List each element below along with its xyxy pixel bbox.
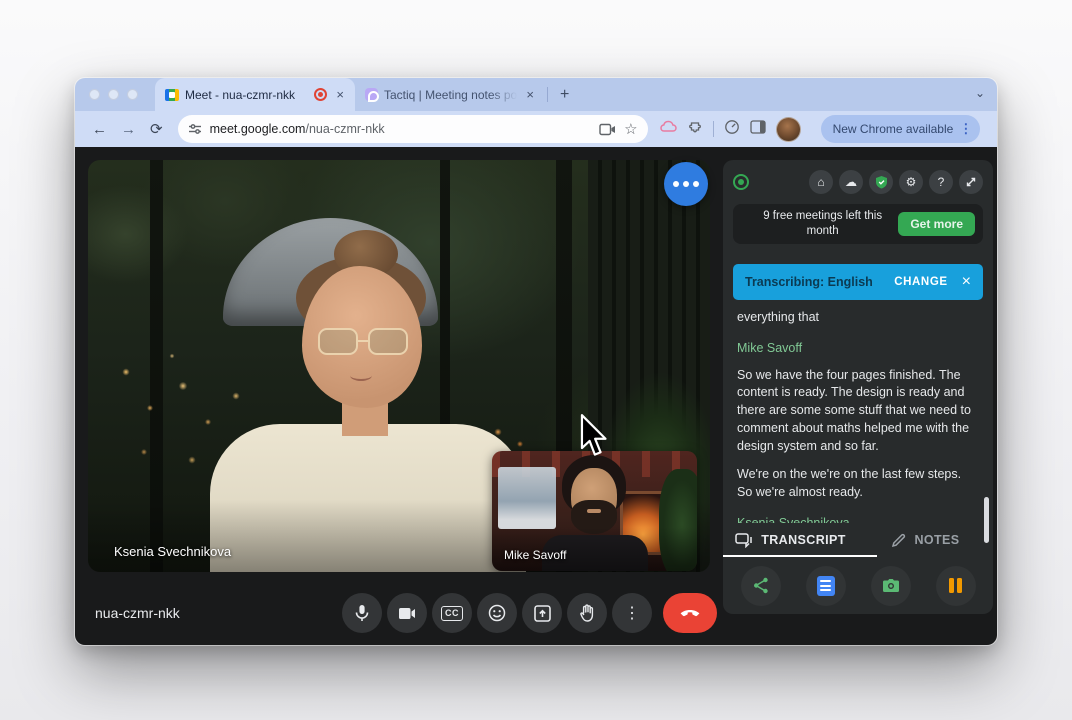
close-transcribing-icon[interactable]: × [962, 274, 971, 290]
pause-icon [949, 578, 962, 593]
gauge-icon[interactable] [724, 119, 740, 140]
url-path: /nua-czmr-nkk [305, 122, 384, 136]
toolbar-separator [713, 121, 714, 137]
zoom-window-button[interactable] [127, 89, 138, 100]
end-call-button[interactable] [663, 593, 717, 633]
transcript-speaker: Mike Savoff [737, 340, 979, 358]
shield-check-icon[interactable] [869, 170, 893, 194]
tab-title: Tactiq | Meeting notes powe [384, 88, 517, 102]
cc-label: CC [441, 606, 463, 621]
free-meetings-banner: 9 free meetings left this month Get more [733, 204, 983, 244]
pause-button[interactable] [936, 566, 976, 606]
browser-window: Meet - nua-czmr-nkk × Tactiq | Meeting n… [75, 78, 997, 645]
tab-separator [547, 87, 548, 102]
chrome-update-label: New Chrome available [833, 122, 954, 136]
share-button[interactable] [741, 566, 781, 606]
close-window-button[interactable] [89, 89, 100, 100]
google-docs-button[interactable] [806, 566, 846, 606]
sidebar-actions [723, 557, 993, 614]
reload-button[interactable]: ⟳ [143, 120, 170, 138]
transcript-speaker: Ksenia Svechnikova [737, 515, 979, 523]
tab-recording-icon [314, 88, 327, 101]
extensions-puzzle-icon[interactable] [687, 119, 703, 140]
profile-avatar[interactable] [776, 117, 801, 142]
traffic-lights [89, 89, 138, 100]
tab-transcript[interactable]: TRANSCRIPT [723, 523, 858, 557]
tab-title: Meet - nua-czmr-nkk [185, 88, 308, 102]
mic-button[interactable] [342, 593, 382, 633]
participant-video-pip[interactable]: Mike Savoff [492, 451, 697, 571]
site-settings-icon[interactable] [188, 122, 202, 136]
transcript-fragment: everything that [737, 309, 979, 327]
tab-transcript-label: TRANSCRIPT [761, 533, 846, 547]
main-participant-name: Ksenia Svechnikova [114, 544, 231, 559]
close-tab-icon[interactable]: × [333, 87, 347, 102]
meeting-code: nua-czmr-nkk [95, 605, 180, 621]
transcript-scrollbar[interactable] [984, 497, 989, 543]
more-options-button[interactable]: ⋮ [612, 593, 652, 633]
tab-notes[interactable]: NOTES [858, 523, 993, 557]
back-button[interactable]: ← [85, 121, 114, 138]
docs-icon [817, 576, 835, 596]
tab-strip: Meet - nua-czmr-nkk × Tactiq | Meeting n… [75, 78, 997, 111]
captions-button[interactable]: CC [432, 593, 472, 633]
transcript-scroll-area[interactable]: everything that Mike Savoff So we have t… [723, 300, 993, 523]
url-text: meet.google.com/nua-czmr-nkk [210, 122, 385, 136]
forward-button[interactable]: → [114, 121, 143, 138]
tab-capture-icon[interactable] [599, 123, 616, 136]
browser-toolbar: ← → ⟳ meet.google.com/nua-czmr-nkk ☆ [75, 111, 997, 147]
tab-meet[interactable]: Meet - nua-czmr-nkk × [155, 78, 355, 111]
tactiq-header: ⌂ ☁ ⚙ ? [723, 160, 993, 204]
raise-hand-button[interactable] [567, 593, 607, 633]
browser-menu-icon[interactable]: ⋮ [959, 121, 972, 137]
change-language-button[interactable]: CHANGE [894, 276, 947, 288]
transcript-paragraph: So we have the four pages finished. The … [737, 367, 979, 456]
meet-control-bar: nua-czmr-nkk CC [75, 587, 723, 645]
tactiq-extension-icon[interactable] [660, 120, 677, 139]
tactiq-favicon-icon [365, 88, 378, 101]
free-meetings-text: 9 free meetings left this month [747, 209, 898, 239]
address-bar[interactable]: meet.google.com/nua-czmr-nkk ☆ [178, 115, 648, 143]
transcribing-label: Transcribing: English [745, 275, 880, 289]
home-icon[interactable]: ⌂ [809, 170, 833, 194]
participant-video-main[interactable]: Mike Savoff Ksenia Svechnikova [88, 160, 710, 572]
transcribing-bar: Transcribing: English CHANGE × [733, 264, 983, 300]
get-more-button[interactable]: Get more [898, 212, 975, 236]
tab-notes-label: NOTES [914, 533, 959, 547]
recording-indicator-icon [733, 174, 749, 190]
camera-button[interactable] [387, 593, 427, 633]
settings-gear-icon[interactable]: ⚙ [899, 170, 923, 194]
bookmark-star-icon[interactable]: ☆ [624, 120, 637, 138]
new-tab-button[interactable]: + [554, 86, 575, 104]
collapse-diagonal-icon[interactable] [959, 170, 983, 194]
chat-bubble-button[interactable] [664, 162, 708, 206]
screenshot-button[interactable] [871, 566, 911, 606]
glasses [318, 326, 412, 356]
meet-favicon-icon [165, 89, 179, 101]
pip-participant-name: Mike Savoff [504, 548, 566, 562]
meet-page: Mike Savoff Ksenia Svechnikova ⌂ ☁ ⚙ [75, 147, 997, 645]
reactions-button[interactable] [477, 593, 517, 633]
cloud-icon[interactable]: ☁ [839, 170, 863, 194]
tactiq-sidebar: ⌂ ☁ ⚙ ? 9 free meetings left this month [723, 160, 993, 614]
close-tab-icon[interactable]: × [523, 87, 537, 102]
side-panel-icon[interactable] [750, 120, 766, 139]
help-icon[interactable]: ? [929, 170, 953, 194]
active-tab-underline [723, 555, 877, 558]
more-options-icon: ⋮ [624, 603, 640, 623]
transcript-paragraph: We're on the we're on the last few steps… [737, 466, 979, 502]
present-button[interactable] [522, 593, 562, 633]
extension-area: New Chrome available ⋮ [660, 115, 981, 143]
url-domain: meet.google.com [210, 122, 306, 136]
pip-window [498, 467, 556, 529]
mouse-cursor [578, 413, 610, 464]
chrome-update-button[interactable]: New Chrome available ⋮ [821, 115, 981, 143]
minimize-window-button[interactable] [108, 89, 119, 100]
desktop: Meet - nua-czmr-nkk × Tactiq | Meeting n… [0, 0, 1072, 720]
tab-tactiq[interactable]: Tactiq | Meeting notes powe × [355, 78, 545, 111]
sidebar-tabs: TRANSCRIPT NOTES [723, 523, 993, 557]
tab-search-chevron-icon[interactable]: ⌄ [975, 86, 985, 100]
